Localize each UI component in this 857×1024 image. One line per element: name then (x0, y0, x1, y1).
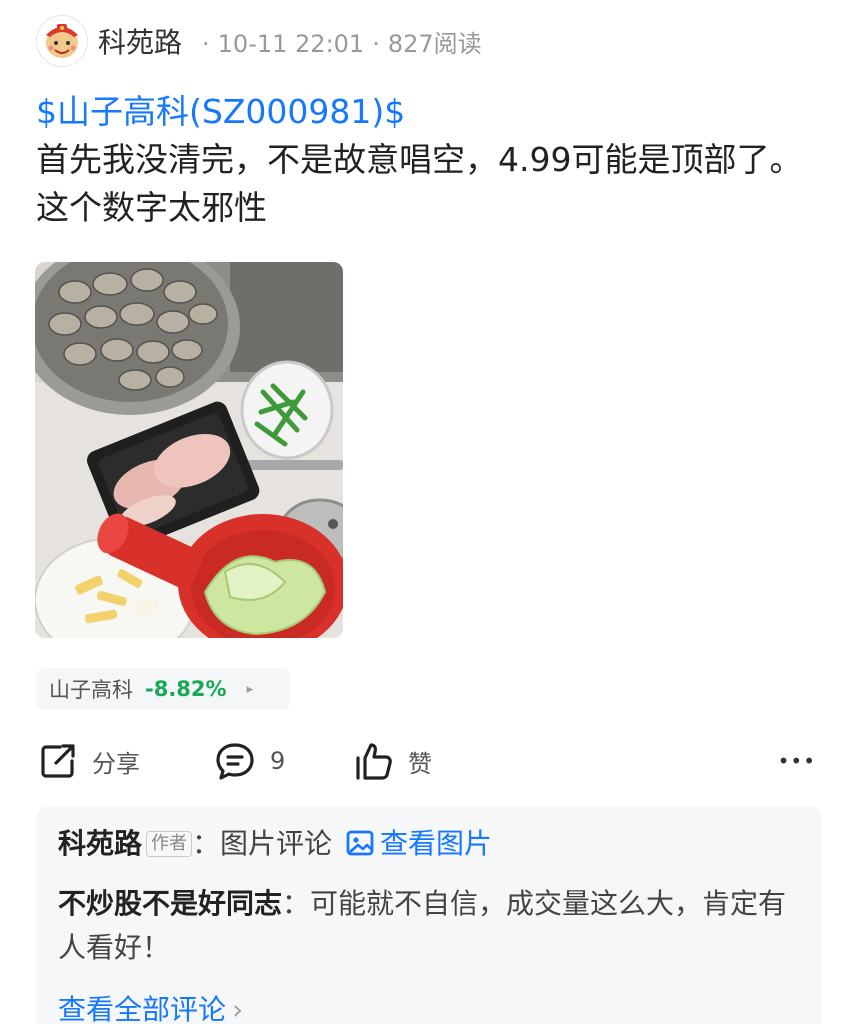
view-all-label: 查看全部评论 (58, 993, 227, 1024)
like-button[interactable]: 赞 (352, 738, 432, 784)
chevron-right-icon: › (232, 993, 244, 1024)
meta-separator: · (202, 29, 210, 58)
more-button[interactable]: ••• (778, 738, 816, 784)
comment-item[interactable]: 不炒股不是好同志：可能就不自信，成交量这么大，肯定有人看好！ (58, 882, 800, 970)
post-meta: · 10-11 22:01 · 827阅读 (194, 24, 482, 59)
comment-author[interactable]: 科苑路 (58, 827, 142, 860)
stock-change: -8.82% (145, 677, 227, 701)
post-text: 首先我没清完，不是故意唱空，4.99可能是顶部了。这个数字太邪性 (36, 140, 803, 227)
post-content: $山子高科(SZ000981)$ 首先我没清完，不是故意唱空，4.99可能是顶部… (36, 88, 826, 232)
author-badge: 作者 (146, 831, 193, 857)
comment-colon: ： (282, 887, 311, 920)
post-header: 科苑路 · 10-11 22:01 · 827阅读 (36, 14, 482, 68)
comment-icon (216, 743, 254, 780)
view-count: 827阅读 (387, 29, 482, 58)
food-photo (35, 262, 343, 638)
thumbs-up-icon (356, 743, 392, 780)
image-icon (346, 830, 374, 856)
share-label: 分享 (92, 749, 140, 778)
chevron-right-icon: ▸ (246, 681, 254, 697)
comment-count: 9 (270, 747, 286, 775)
view-image-link[interactable]: 查看图片 (346, 827, 492, 860)
post-image[interactable] (35, 262, 343, 638)
view-image-label: 查看图片 (380, 827, 493, 860)
comment-button[interactable]: 9 (214, 738, 285, 784)
comment-colon: ： (192, 827, 221, 860)
action-bar: 分享 9 赞 ••• (38, 738, 822, 784)
stock-quote-chip[interactable]: 山子高科 -8.82% ▸ (36, 668, 290, 710)
fortune-god-avatar-icon (46, 24, 78, 58)
avatar[interactable] (36, 15, 88, 67)
share-button[interactable]: 分享 (38, 738, 140, 784)
like-label: 赞 (408, 749, 432, 778)
author-name[interactable]: 科苑路 (98, 21, 182, 61)
meta-separator: · (372, 29, 380, 58)
comment-text: 图片评论 (220, 827, 333, 860)
post-time: 10-11 22:01 (217, 29, 365, 58)
view-all-comments-link[interactable]: 查看全部评论 › (58, 988, 800, 1024)
more-icon: ••• (777, 749, 816, 773)
comment-author[interactable]: 不炒股不是好同志 (58, 887, 282, 920)
stock-link[interactable]: $山子高科(SZ000981)$ (36, 88, 826, 136)
comment-section: 科苑路 作者 ：图片评论 查看图片 不炒股不是好同志：可能就不自信，成交量这么大，肯定… (36, 806, 822, 1024)
share-icon (41, 744, 75, 778)
stock-name: 山子高科 (49, 678, 133, 702)
comment-item[interactable]: 科苑路 作者 ：图片评论 查看图片 (58, 822, 800, 866)
